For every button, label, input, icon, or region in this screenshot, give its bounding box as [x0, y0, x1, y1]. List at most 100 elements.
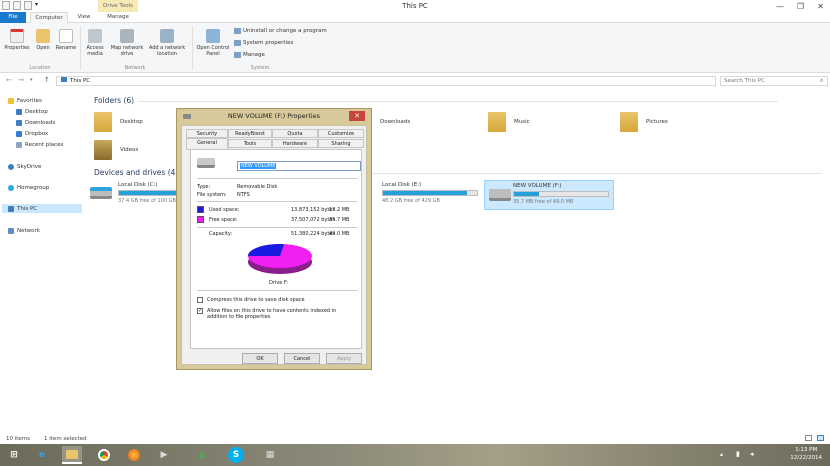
clock-time: 1:13 PM	[795, 447, 818, 453]
folder-icon	[94, 140, 112, 160]
system-properties-button[interactable]: System properties	[234, 40, 293, 46]
tab-manage[interactable]: Manage	[100, 12, 136, 23]
firefox-icon[interactable]	[124, 446, 144, 464]
title-bar: ▾ Drive Tools This PC — ❐ ✕	[0, 0, 830, 12]
divider	[197, 178, 357, 179]
apply-button[interactable]: Apply	[326, 353, 362, 364]
nav-skydrive[interactable]: SkyDrive	[8, 162, 41, 171]
nav-homegroup[interactable]: Homegroup	[8, 183, 49, 192]
free-space-swatch	[197, 216, 204, 223]
volume-icon[interactable]: ◂	[750, 450, 754, 458]
access-media-button[interactable]: Access media	[82, 29, 108, 57]
media-player-icon[interactable]: ▶	[154, 446, 174, 464]
tab-customize[interactable]: Customize	[318, 129, 364, 138]
dialog-close-button[interactable]: ✕	[349, 111, 365, 121]
tab-readyboost[interactable]: ReadyBoost	[228, 129, 272, 138]
chrome-glyph	[98, 449, 110, 461]
tab-tools[interactable]: Tools	[228, 139, 272, 148]
drive-f[interactable]: NEW VOLUME (F:) 35.7 MB free of 49.0 MB	[484, 180, 614, 210]
map-network-drive-button[interactable]: Map network drive	[107, 29, 147, 57]
chrome-icon[interactable]	[94, 446, 114, 464]
tab-hardware[interactable]: Hardware	[272, 139, 318, 148]
cancel-button[interactable]: Cancel	[284, 353, 320, 364]
app-icon[interactable]: ▦	[260, 446, 280, 464]
close-button[interactable]: ✕	[817, 2, 824, 11]
rename-button[interactable]: Rename	[54, 29, 78, 51]
taskbar: ⊞ e ▶ µ S ▦ ▴ ▮ ◂ 1:13 PM 12/22/2014	[0, 444, 830, 466]
index-checkbox[interactable]: ✓	[197, 308, 203, 314]
folder-desktop[interactable]: Desktop	[94, 112, 143, 132]
removable-drive-icon	[489, 189, 511, 201]
desktop-icon	[16, 108, 22, 115]
type-label: Type:	[197, 184, 211, 190]
windows-drive-icon	[90, 187, 112, 199]
drive-f-usage-bar	[513, 191, 609, 197]
type-value: Removable Disk	[237, 184, 278, 190]
recent-locations-icon[interactable]: ▾	[30, 77, 33, 83]
tiles-view-icon[interactable]	[817, 435, 824, 441]
search-input[interactable]: Search This PC	[720, 76, 828, 86]
star-icon	[8, 97, 14, 104]
tab-quota[interactable]: Quota	[272, 129, 318, 138]
tab-file[interactable]: File	[0, 12, 26, 23]
minimize-button[interactable]: —	[776, 2, 784, 11]
back-icon[interactable]: ←	[6, 76, 12, 84]
navigation-pane: Favorites Desktop Downloads Dropbox Rece…	[0, 90, 86, 430]
forward-icon[interactable]: →	[18, 76, 24, 84]
file-explorer-icon[interactable]	[62, 446, 82, 464]
tab-sharing[interactable]: Sharing	[318, 139, 364, 148]
uninstall-program-button[interactable]: Uninstall or change a program	[234, 28, 327, 34]
open-button[interactable]: Open	[32, 29, 54, 51]
folder-videos[interactable]: Videos	[94, 140, 138, 160]
tab-computer[interactable]: Computer	[30, 12, 68, 23]
open-folder-icon	[36, 29, 50, 43]
free-space-label: Free space:	[209, 217, 238, 223]
clock-date: 12/22/2014	[790, 455, 822, 461]
pie-used-slice	[248, 244, 285, 256]
nav-this-pc[interactable]: This PC	[2, 204, 82, 213]
rename-icon	[59, 29, 73, 43]
used-space-label: Used space:	[209, 207, 240, 213]
tab-security[interactable]: Security	[186, 129, 228, 138]
show-hidden-icons-icon[interactable]: ▴	[720, 451, 723, 458]
folder-music[interactable]: Music	[488, 112, 530, 132]
add-network-location-button[interactable]: Add a network location	[144, 29, 190, 57]
volume-name-input[interactable]: NEW VOLUME	[237, 161, 361, 171]
system-clock[interactable]: 1:13 PM 12/22/2014	[790, 446, 822, 462]
manage-button[interactable]: Manage	[234, 52, 265, 58]
properties-dialog: NEW VOLUME (F:) Properties ✕ Security Re…	[176, 108, 372, 370]
folders-header[interactable]: Folders (6)	[94, 96, 780, 105]
restore-button[interactable]: ❐	[797, 2, 804, 11]
dialog-title: NEW VOLUME (F:) Properties	[177, 109, 371, 124]
utorrent-icon[interactable]: µ	[192, 446, 212, 464]
ok-button[interactable]: OK	[242, 353, 278, 364]
folder-pictures[interactable]: Pictures	[620, 112, 668, 132]
uninstall-icon	[234, 28, 241, 34]
nav-favorites[interactable]: Favorites	[8, 96, 42, 105]
manage-icon	[234, 52, 241, 58]
drive-e[interactable]: Local Disk (E:) 48.2 GB free of 429 GB	[354, 182, 484, 208]
devices-header[interactable]: Devices and drives (4)	[94, 168, 826, 177]
folder-glyph	[66, 449, 78, 459]
tab-view[interactable]: View	[70, 12, 98, 23]
compress-checkbox[interactable]	[197, 297, 203, 303]
internet-explorer-icon[interactable]: e	[32, 446, 52, 464]
search-icon[interactable]: ⌕	[820, 77, 823, 85]
file-system-value: NTFS	[237, 192, 250, 198]
details-view-icon[interactable]	[805, 435, 812, 441]
properties-button[interactable]: Properties	[2, 29, 32, 51]
start-icon[interactable]: ⊞	[4, 446, 24, 464]
nav-dropbox[interactable]: Dropbox	[16, 129, 48, 138]
open-control-panel-button[interactable]: Open Control Panel	[193, 29, 233, 57]
capacity-size: 49.0 MB	[329, 231, 350, 237]
used-space-size: 13.2 MB	[329, 207, 350, 213]
nav-network[interactable]: Network	[8, 226, 40, 235]
address-input[interactable]: This PC	[56, 76, 716, 86]
skype-icon[interactable]: S	[228, 447, 244, 463]
nav-recent-places[interactable]: Recent places	[16, 140, 63, 149]
system-properties-icon	[234, 40, 241, 46]
up-icon[interactable]: ↑	[44, 76, 50, 84]
nav-downloads[interactable]: Downloads	[16, 118, 55, 127]
nav-desktop[interactable]: Desktop	[16, 107, 48, 116]
network-status-icon[interactable]: ▮	[736, 450, 740, 458]
